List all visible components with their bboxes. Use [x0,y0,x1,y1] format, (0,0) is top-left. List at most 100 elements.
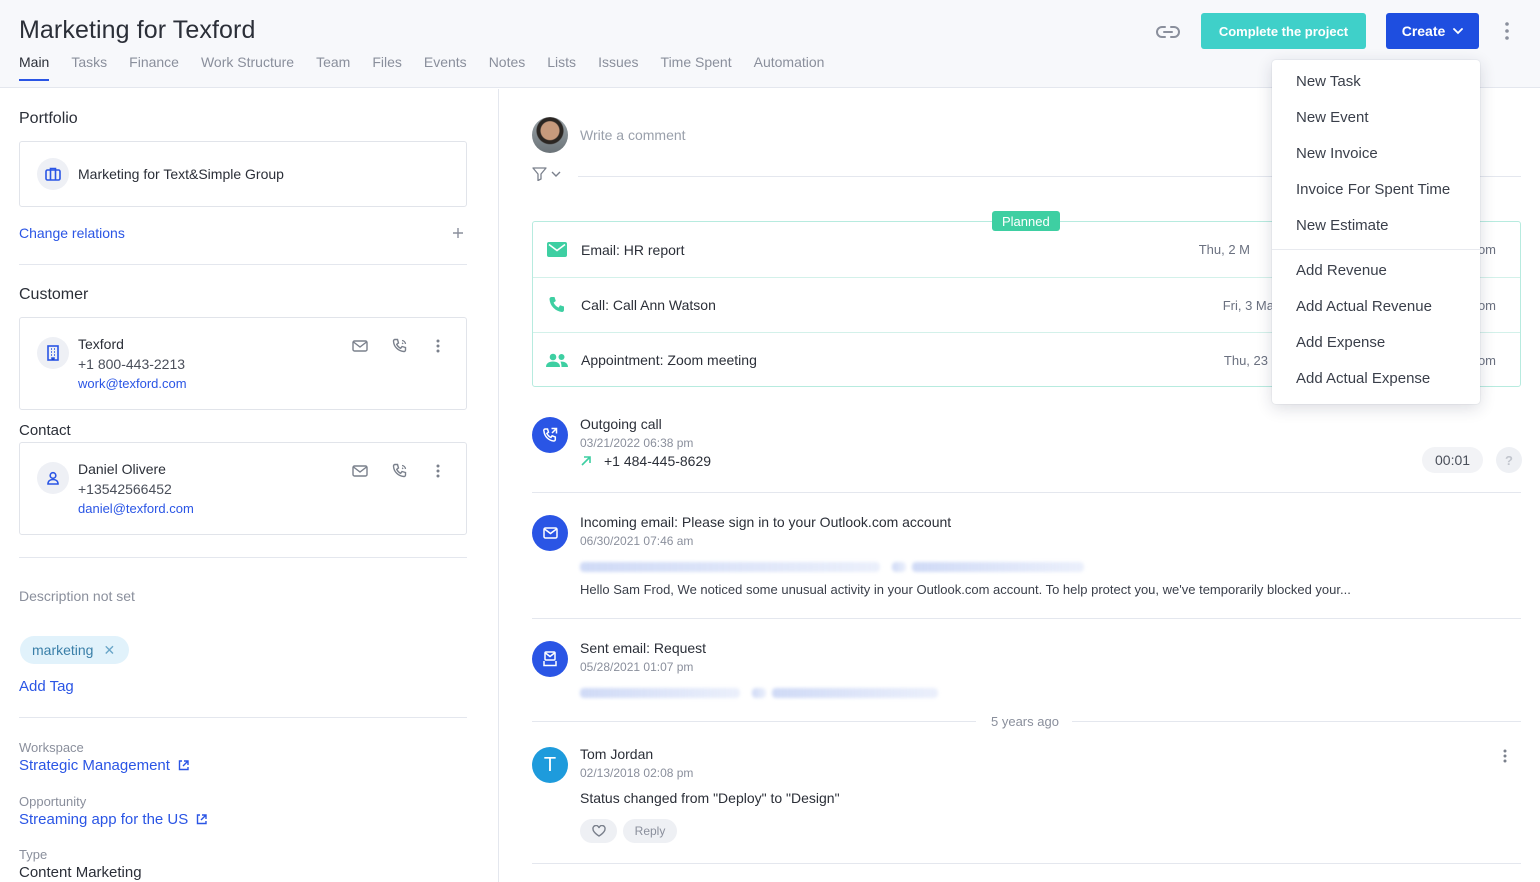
menu-item-new-invoice[interactable]: New Invoice [1296,145,1378,162]
outgoing-call-icon [532,417,568,453]
phone-icon [392,338,407,353]
help-icon[interactable]: ? [1496,447,1522,473]
contact-card: Daniel Olivere +13542566452 daniel@texfo… [19,442,467,535]
tab-automation[interactable]: Automation [754,54,825,80]
customer-title: Customer [19,286,89,303]
portfolio-icon [37,158,69,190]
email-button[interactable] [350,336,370,356]
email-preview: Hello Sam Frod, We noticed some unusual … [580,582,1351,597]
menu-item-add-revenue[interactable]: Add Revenue [1296,262,1387,279]
tag-chip: marketing ✕ [20,636,130,664]
customer-name[interactable]: Texford [78,336,124,352]
planned-badge: Planned [992,211,1060,231]
tab-work-structure[interactable]: Work Structure [201,54,294,80]
add-tag-link[interactable]: Add Tag [19,678,74,695]
filter-button[interactable] [532,167,561,181]
tab-notes[interactable]: Notes [489,54,526,80]
contact-more-button[interactable] [428,461,448,481]
change-relations-link[interactable]: Change relations [19,225,125,241]
blurred-recipients [892,562,906,572]
left-panel: Portfolio Marketing for Text&Simple Grou… [0,89,499,882]
portfolio-card[interactable]: Marketing for Text&Simple Group [19,141,467,207]
activity-date: 03/21/2022 06:38 pm [580,436,694,450]
building-icon [37,337,69,369]
menu-item-add-expense[interactable]: Add Expense [1296,334,1385,351]
like-button[interactable] [580,819,617,843]
contact-name[interactable]: Daniel Olivere [78,461,166,477]
email-button[interactable] [350,461,370,481]
copy-link-button[interactable] [1154,20,1182,44]
blurred-recipients [912,562,1084,572]
tab-team[interactable]: Team [316,54,350,80]
contact-phone: +13542566452 [78,481,172,497]
divider [532,618,1521,619]
filter-icon [532,167,547,181]
status-change-text: Status changed from "Deploy" to "Design" [580,790,840,806]
workspace-value: Strategic Management [19,757,170,774]
menu-item-new-task[interactable]: New Task [1296,73,1361,90]
portfolio-title: Portfolio [19,110,78,127]
menu-item-new-event[interactable]: New Event [1296,109,1369,126]
call-duration[interactable]: 00:01 [1422,447,1484,473]
customer-more-button[interactable] [428,336,448,356]
divider [19,264,467,265]
tab-time-spent[interactable]: Time Spent [661,54,732,80]
menu-item-add-actual-revenue[interactable]: Add Actual Revenue [1296,298,1432,315]
tab-events[interactable]: Events [424,54,467,80]
menu-item-new-estimate[interactable]: New Estimate [1296,217,1389,234]
workspace-link[interactable]: Strategic Management [19,757,189,774]
tab-bar: Main Tasks Finance Work Structure Team Files E… [19,54,846,81]
tab-tasks[interactable]: Tasks [71,54,107,80]
tab-finance[interactable]: Finance [129,54,179,80]
reply-button[interactable]: Reply [623,819,677,843]
kebab-icon [1505,22,1509,40]
activity-date: 02/13/2018 02:08 pm [580,766,694,780]
entry-more-button[interactable] [1503,749,1507,768]
create-button[interactable]: Create [1386,13,1479,49]
tab-files[interactable]: Files [372,54,402,80]
call-button[interactable] [390,461,410,481]
activity-title[interactable]: Incoming email: Please sign in to your O… [580,514,951,530]
divider [19,717,467,718]
opportunity-label: Opportunity [19,794,87,809]
complete-project-button[interactable]: Complete the project [1201,13,1366,49]
link-icon [1156,26,1180,38]
call-button[interactable] [390,336,410,356]
divider [532,492,1521,493]
menu-item-add-actual-expense[interactable]: Add Actual Expense [1296,370,1430,387]
person-icon [37,462,69,494]
tab-issues[interactable]: Issues [598,54,638,80]
external-link-icon [178,760,189,771]
kebab-icon [1503,749,1507,763]
blurred-recipients [752,688,766,698]
planned-item-date: Thu, 2 M [1198,242,1250,257]
tag-label: marketing [32,642,94,658]
more-options-button[interactable] [1498,20,1516,42]
comment-input[interactable]: Write a comment [580,127,686,143]
contact-email[interactable]: daniel@texford.com [78,501,194,516]
planned-item-time: om [1477,242,1496,257]
portfolio-name[interactable]: Marketing for Text&Simple Group [78,166,284,182]
customer-email[interactable]: work@texford.com [78,376,187,391]
call-number: +1 484-445-8629 [580,453,711,469]
planned-item-label: Appointment: Zoom meeting [581,352,757,368]
remove-tag-icon[interactable]: ✕ [103,642,115,659]
tab-lists[interactable]: Lists [547,54,576,80]
time-separator: 5 years ago [991,714,1059,729]
opportunity-link[interactable]: Streaming app for the US [19,811,207,828]
divider [1072,721,1521,722]
plus-icon[interactable] [452,227,464,239]
kebab-icon [436,339,440,353]
menu-item-invoice-for-spent-time[interactable]: Invoice For Spent Time [1296,181,1450,198]
author-name[interactable]: Tom Jordan [580,746,653,762]
phone-icon [549,297,564,313]
blurred-recipients [772,688,938,698]
people-icon [546,353,568,367]
opportunity-value: Streaming app for the US [19,811,189,828]
tab-main[interactable]: Main [19,54,50,81]
activity-title[interactable]: Sent email: Request [580,640,706,656]
planned-item-time: om [1477,297,1496,313]
page-title: Marketing for Texford [19,16,256,44]
customer-phone: +1 800-443-2213 [78,356,186,372]
description-text[interactable]: Description not set [19,588,135,604]
